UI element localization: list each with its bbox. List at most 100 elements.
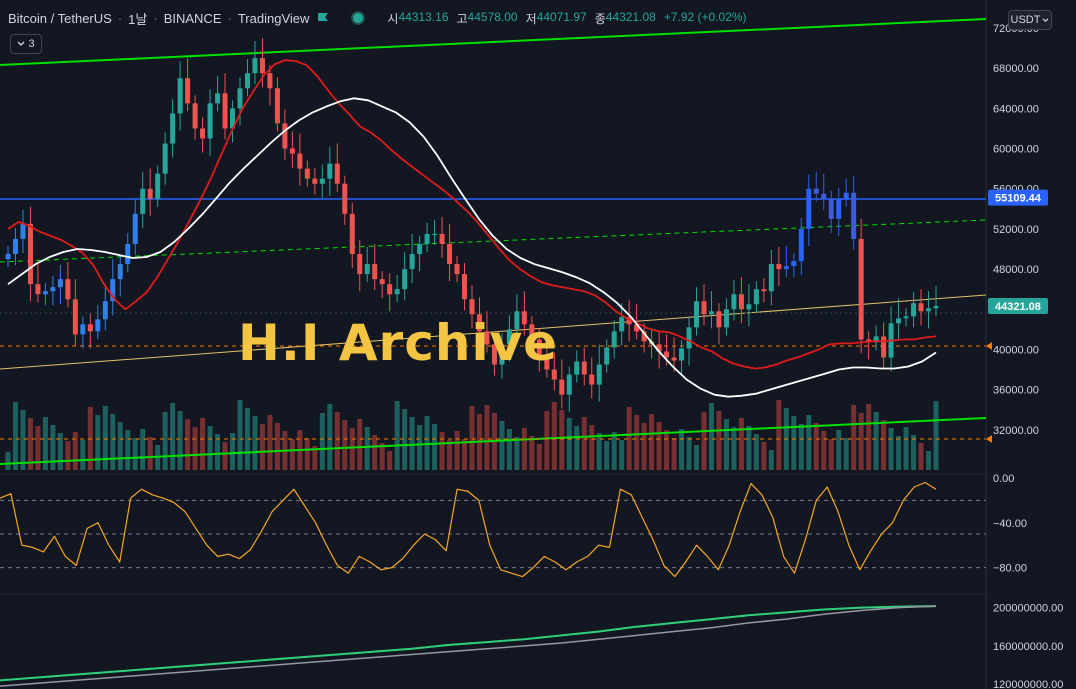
price-tick-label: 68000.00 [993, 63, 1039, 75]
volume-bar [125, 430, 131, 470]
candle-body [918, 303, 924, 312]
interval-label[interactable]: 1날 [128, 9, 147, 28]
volume-bar [589, 425, 595, 470]
candle-body [87, 324, 93, 332]
candle-body [132, 213, 138, 244]
candle-body [72, 299, 78, 335]
candle-body [843, 192, 849, 199]
indicator-count: 3 [28, 38, 35, 50]
low-label: 저 [525, 11, 537, 26]
candle-body [252, 58, 258, 74]
candle-body [147, 188, 153, 199]
volume-bar [432, 424, 438, 470]
indicators-collapse-button[interactable]: 3 [10, 34, 42, 54]
candle-body [394, 289, 400, 295]
candle-body [791, 261, 797, 267]
candle-body [327, 163, 333, 179]
candle-body [753, 289, 759, 305]
candle-body [319, 178, 325, 184]
volume-bar [574, 426, 580, 470]
oscillator-tick-label: −40.00 [993, 518, 1027, 530]
volume-bar [72, 432, 78, 470]
flag-icon[interactable] [317, 12, 329, 24]
volume-bar [903, 427, 909, 470]
volume-bar [536, 444, 542, 470]
ohlc-values: 시 44313.16 고 44578.00 저 44071.97 종 44321.08 … [379, 10, 746, 27]
volume-bar [102, 406, 108, 470]
candle-body [274, 88, 280, 124]
volume-bar [918, 443, 924, 470]
volume-bar [259, 424, 265, 470]
volume-bar [304, 438, 310, 470]
volume-bar [447, 440, 453, 470]
volume-bar [484, 405, 490, 470]
legend-separator: · [153, 10, 158, 26]
candle-body [379, 279, 385, 285]
candle-body [432, 233, 438, 235]
chevron-down-icon [1043, 17, 1049, 22]
candle-body [387, 284, 393, 295]
candle-body [619, 317, 625, 332]
candle-body [304, 168, 310, 179]
candle-body [215, 93, 221, 104]
volume-bar [334, 412, 340, 470]
candle-body [200, 128, 206, 139]
flow-tick-label: 120000000.00 [993, 679, 1063, 689]
candle-body [768, 264, 774, 292]
volume-bar [372, 435, 378, 470]
volume-bar [843, 438, 849, 470]
volume-bar [12, 402, 18, 470]
volume-bar [529, 436, 535, 470]
candle-body [207, 103, 213, 139]
candle-body [155, 173, 161, 199]
candle-body [244, 73, 250, 89]
candle-body [574, 361, 580, 375]
volume-bar [409, 417, 415, 470]
candle-body [454, 264, 460, 275]
volume-bar [327, 404, 333, 470]
candle-body [701, 301, 707, 315]
candle-body [409, 254, 415, 270]
candle-body [611, 331, 617, 348]
candle-body [20, 223, 26, 239]
candle-body [42, 291, 48, 295]
currency-selector[interactable]: USDT [1008, 10, 1052, 30]
chart-legend: Bitcoin / TetherUS · 1날 · BINANCE · Trad… [8, 8, 747, 28]
price-tick-label: 48000.00 [993, 264, 1039, 276]
volume-bar [514, 437, 520, 470]
volume-bar [858, 413, 864, 470]
volume-bar [237, 400, 243, 470]
candle-body [192, 103, 198, 129]
candle-body [140, 188, 146, 214]
candle-body [424, 233, 430, 244]
volume-bar [349, 428, 355, 470]
volume-bar [911, 435, 917, 470]
price-tick-label: 40000.00 [993, 344, 1039, 356]
legend-separator: · [117, 10, 123, 26]
candle-body [185, 78, 191, 104]
symbol-name[interactable]: Bitcoin / TetherUS [8, 11, 112, 26]
candle-body [896, 318, 902, 324]
candle-body [102, 301, 108, 320]
candle-body [289, 148, 295, 154]
change-value: +7.92 (+0.02%) [663, 9, 747, 24]
volume-bar [394, 401, 400, 470]
candle-body [581, 361, 587, 375]
candle-body [469, 299, 475, 315]
volume-bar [95, 415, 101, 470]
candle-body [851, 192, 857, 239]
volume-bar [604, 441, 610, 470]
volume-bar [664, 430, 670, 470]
volume-bar [177, 411, 183, 470]
volume-bar [319, 413, 325, 470]
candle-body [364, 264, 370, 275]
candle-body [679, 348, 685, 361]
candle-body [222, 93, 228, 129]
candle-body [65, 279, 71, 300]
candle-body [259, 58, 265, 74]
candle-body [80, 324, 86, 335]
volume-bar [80, 440, 86, 470]
volume-bar [873, 412, 879, 470]
candle-body [117, 264, 123, 280]
candle-body [35, 284, 41, 295]
